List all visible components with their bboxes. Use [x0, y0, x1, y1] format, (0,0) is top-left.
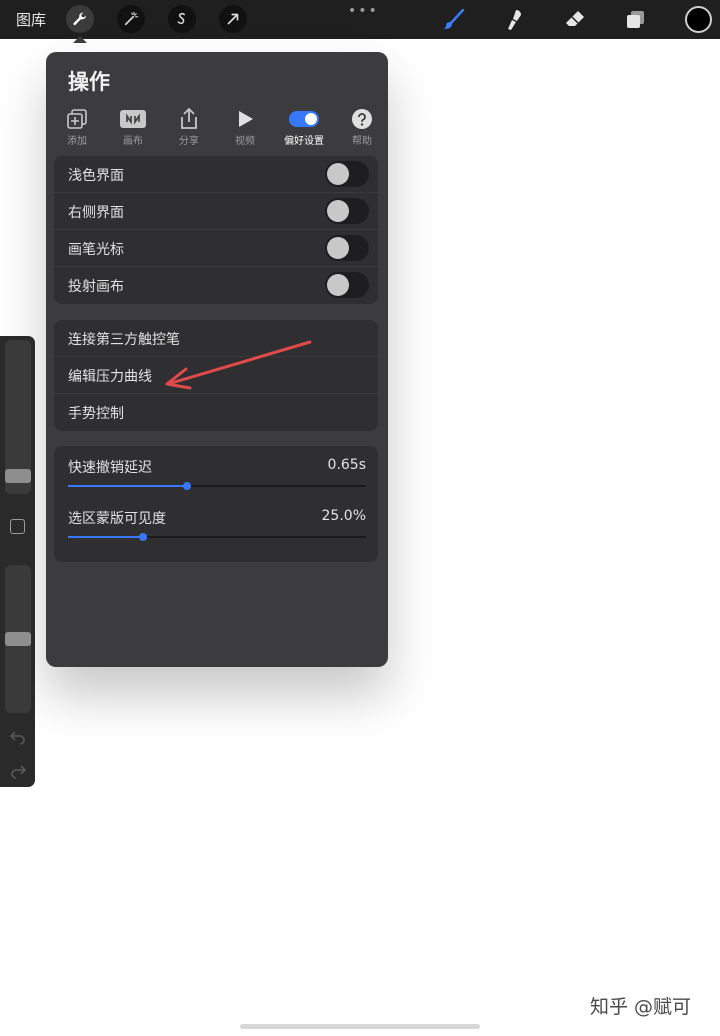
slider-value: 0.65s [327, 457, 366, 473]
tab-video-label: 视频 [235, 136, 255, 147]
selection-s-icon[interactable] [168, 5, 196, 33]
slider-settings-group: 快速撤销延迟 0.65s 选区蒙版可见度 25.0% [54, 446, 378, 562]
brush-size-slider[interactable] [5, 340, 31, 494]
color-picker-button[interactable] [685, 6, 712, 33]
setting-light-interface: 浅色界面 [54, 156, 378, 193]
tab-add-label: 添加 [67, 136, 87, 147]
share-icon [164, 108, 214, 130]
setting-project-canvas: 投射画布 [54, 267, 378, 304]
transform-arrow-icon[interactable] [219, 5, 247, 33]
setting-label: 浅色界面 [68, 168, 124, 184]
opacity-handle[interactable] [5, 632, 31, 646]
actions-panel: 操作 添加 画布 分享 视频 偏好设置 帮助 浅色界面 右侧界面 画笔光标 投射… [46, 52, 388, 667]
opacity-slider[interactable] [5, 565, 31, 713]
top-toolbar: 图库 ••• [0, 0, 720, 43]
gallery-button[interactable]: 图库 [16, 9, 46, 30]
tab-preferences-label: 偏好设置 [284, 136, 324, 147]
modify-button[interactable] [10, 519, 25, 534]
magic-wand-icon[interactable] [117, 5, 145, 33]
slider-thumb[interactable] [138, 533, 147, 541]
connect-stylus-item[interactable]: 连接第三方触控笔 [54, 320, 378, 357]
setting-brush-cursor: 画笔光标 [54, 230, 378, 267]
slider-fill [68, 485, 188, 487]
add-icon [52, 108, 102, 130]
help-icon [337, 108, 387, 130]
smudge-icon[interactable] [500, 6, 528, 34]
panel-tabs: 添加 画布 分享 视频 偏好设置 帮助 [52, 108, 382, 148]
brush-icon[interactable] [440, 6, 468, 34]
panel-title: 操作 [68, 70, 110, 94]
menu-item-label: 手势控制 [68, 406, 124, 422]
panel-caret [73, 36, 87, 43]
toggle-settings-group: 浅色界面 右侧界面 画笔光标 投射画布 [54, 156, 378, 304]
home-indicator[interactable] [240, 1024, 480, 1029]
brush-size-handle[interactable] [5, 468, 31, 483]
setting-right-interface: 右侧界面 [54, 193, 378, 230]
canvas-icon [108, 108, 158, 130]
menu-item-label: 连接第三方触控笔 [68, 332, 180, 348]
tab-preferences[interactable]: 偏好设置 [276, 108, 332, 148]
slider-fill [68, 536, 143, 538]
selection-mask-visibility-slider[interactable] [68, 533, 366, 541]
edit-pressure-curve-item[interactable]: 编辑压力曲线 [54, 357, 378, 394]
quick-undo-delay-setting: 快速撤销延迟 0.65s [54, 446, 378, 497]
redo-icon[interactable] [9, 761, 27, 779]
toggle-icon [276, 108, 332, 130]
slider-label: 快速撤销延迟 [68, 460, 152, 476]
setting-label: 右侧界面 [68, 205, 124, 221]
wrench-icon[interactable] [66, 5, 94, 33]
link-settings-group: 连接第三方触控笔 编辑压力曲线 手势控制 [54, 320, 378, 431]
play-icon [220, 108, 270, 130]
tab-help[interactable]: 帮助 [337, 108, 387, 148]
more-dots[interactable]: ••• [348, 3, 379, 19]
menu-item-label: 编辑压力曲线 [68, 369, 152, 385]
slider-value: 25.0% [321, 508, 366, 524]
project-canvas-toggle[interactable] [325, 272, 369, 298]
slider-thumb[interactable] [183, 482, 192, 490]
left-sidebar [0, 336, 35, 787]
eraser-icon[interactable] [561, 6, 589, 34]
light-interface-toggle[interactable] [325, 161, 369, 187]
layers-icon[interactable] [622, 6, 650, 34]
tab-add[interactable]: 添加 [52, 108, 102, 148]
brush-cursor-toggle[interactable] [325, 235, 369, 261]
tab-canvas-label: 画布 [123, 136, 143, 147]
gesture-controls-item[interactable]: 手势控制 [54, 394, 378, 431]
tab-canvas[interactable]: 画布 [108, 108, 158, 148]
setting-label: 投射画布 [68, 279, 124, 295]
setting-label: 画笔光标 [68, 242, 124, 258]
right-interface-toggle[interactable] [325, 198, 369, 224]
undo-icon[interactable] [9, 727, 27, 745]
selection-mask-visibility-setting: 选区蒙版可见度 25.0% [54, 497, 378, 548]
tab-share[interactable]: 分享 [164, 108, 214, 148]
tab-share-label: 分享 [179, 136, 199, 147]
tab-help-label: 帮助 [352, 136, 372, 147]
slider-label: 选区蒙版可见度 [68, 511, 166, 527]
quick-undo-delay-slider[interactable] [68, 482, 366, 490]
tab-video[interactable]: 视频 [220, 108, 270, 148]
watermark: 知乎 @赋可 [590, 996, 692, 1018]
